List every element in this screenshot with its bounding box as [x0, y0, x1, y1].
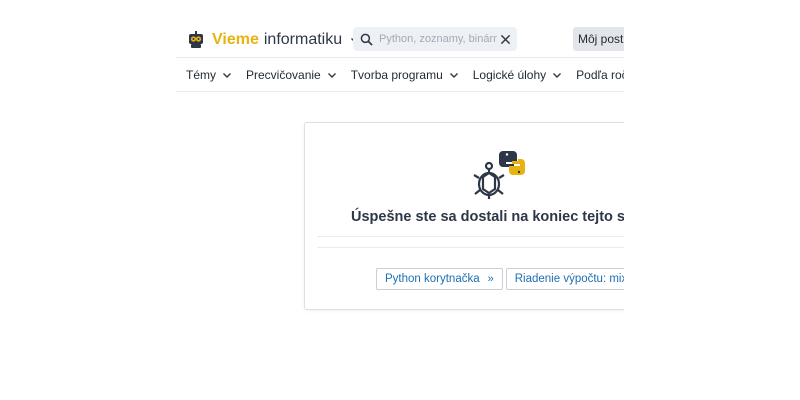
main-nav: Témy Precvičovanie Tvorba programu Logic… — [176, 57, 624, 92]
top-header: Vieme informatiku Môj postup — [176, 24, 624, 56]
nav-item-label: Tvorba programu — [350, 67, 443, 82]
nav-item-label: Logické úlohy — [472, 67, 547, 82]
chevron-down-icon — [223, 72, 231, 78]
nav-item-tvorba-programu[interactable]: Tvorba programu — [351, 68, 459, 82]
python-turtle-icon — [473, 151, 525, 199]
search-box — [353, 27, 517, 51]
chevron-down-icon — [327, 72, 336, 78]
link-label: Riadenie výpočtu: mix — [514, 273, 624, 285]
nav-item-podla-rocnika[interactable]: Podľa ročníka — [576, 68, 624, 82]
completion-card: Úspešne ste sa dostali na koniec tejto s… — [304, 122, 624, 310]
divider — [317, 247, 624, 248]
link-label: Python korytnačka — [385, 273, 480, 285]
double-chevron-right-icon: » — [487, 273, 494, 285]
completion-title: Úspešne ste sa dostali na koniec tejto s… — [351, 209, 624, 225]
nav-item-temy[interactable]: Témy — [186, 68, 232, 82]
chevron-down-icon — [553, 72, 562, 78]
link-riadenie-vypoctu-mix[interactable]: Riadenie výpočtu: mix » — [505, 268, 624, 290]
search-input[interactable] — [379, 33, 497, 45]
search-icon — [360, 33, 373, 46]
browser-viewport: Vieme informatiku Môj postup Témy Precvi… — [0, 0, 624, 400]
nav-item-label: Témy — [186, 67, 216, 82]
brand-name-secondary: informatiku — [263, 31, 343, 48]
link-python-korytnacka[interactable]: Python korytnačka » — [376, 268, 503, 290]
nav-item-label: Precvičovanie — [246, 67, 321, 82]
next-set-links: Python korytnačka » Riadenie výpočtu: mi… — [376, 268, 624, 290]
divider — [317, 236, 624, 237]
nav-item-precvicovanie[interactable]: Precvičovanie — [246, 68, 337, 82]
robot-icon — [189, 31, 203, 48]
chevron-down-icon — [449, 72, 458, 78]
close-icon[interactable] — [500, 34, 511, 45]
nav-item-logicke-ulohy[interactable]: Logické úlohy — [473, 68, 562, 82]
site-logo[interactable]: Vieme informatiku — [186, 30, 360, 50]
brand-name-primary: Vieme — [212, 31, 259, 48]
nav-item-label: Podľa ročníka — [576, 67, 624, 82]
my-progress-button[interactable]: Môj postup — [573, 27, 624, 51]
